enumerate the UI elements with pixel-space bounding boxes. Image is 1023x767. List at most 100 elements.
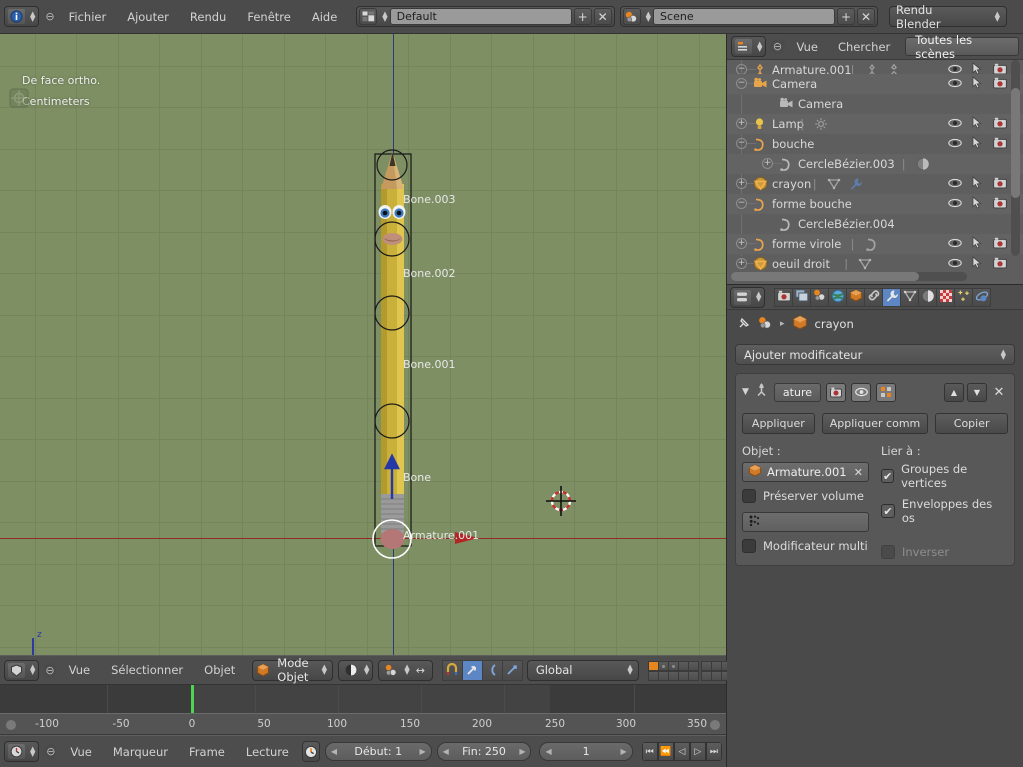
armature-object-field[interactable]: Armature.001 ✕ [742,462,869,482]
camera-render-icon[interactable] [993,77,1007,92]
delete-scene-button[interactable]: ✕ [857,8,876,25]
outliner-display-mode[interactable]: Toutes les scènes [905,33,1019,61]
preserve-volume-row[interactable]: Préserver volume [742,489,869,503]
modifiers-tab[interactable] [882,287,902,307]
mesh-data-icon[interactable] [827,177,841,193]
eye-icon[interactable] [948,117,962,131]
menu-fichier[interactable]: Fichier [61,8,115,26]
layer-cell[interactable] [687,670,699,681]
outliner-row-toggles[interactable] [948,114,1007,134]
cursor-arrow-icon[interactable] [972,176,983,192]
outliner-editor[interactable]: ▲ ▼ ⊖ Vue Chercher Toutes les scènes − Arm… [727,33,1023,284]
mesh-data-icon[interactable] [858,257,872,270]
expand-toggle-icon[interactable]: − [736,138,747,149]
screen-layout-name[interactable]: Default [389,8,572,25]
outliner-row-lamp[interactable]: + Lamp | [727,114,1023,134]
expand-toggle-icon[interactable]: + [736,258,747,269]
triangle-down-icon[interactable]: ▼ [742,387,749,397]
outliner-menu-vue[interactable]: Vue [789,38,826,56]
scrollbar-thumb[interactable] [1011,88,1020,198]
current-frame-dec-icon[interactable]: ◀ [545,747,551,756]
outliner-collapse-menu-icon[interactable]: ⊖ [770,39,785,54]
cursor-arrow-icon[interactable] [972,76,983,92]
vertex-groups-row[interactable]: ✔ Groupes de vertices [881,462,1008,490]
outliner-row-oeuil-droit[interactable]: + oeuil droit | [727,254,1023,270]
timeline-menu-marqueur[interactable]: Marqueur [105,743,176,761]
eye-icon[interactable] [948,257,962,270]
outliner-row-toggles[interactable] [948,74,1007,94]
current-frame-inc-icon[interactable]: ▶ [621,747,627,756]
play-icon[interactable]: ▷ [689,742,706,761]
render-tab[interactable] [774,287,794,307]
camera-render-icon[interactable] [993,117,1007,132]
outliner-row-toggles[interactable] [948,174,1007,194]
outliner-row-label[interactable]: crayon [772,177,811,191]
eye-icon[interactable] [948,177,962,191]
layer-group-first[interactable] [647,660,699,681]
world-tab[interactable] [828,287,848,307]
scene-name[interactable]: Scene [653,8,836,25]
texture-tab[interactable] [936,287,956,307]
outliner-row-toggles[interactable] [948,194,1007,214]
outliner-editor-type-selector[interactable]: ▲ ▼ [731,36,767,57]
expand-toggle-icon[interactable]: + [762,158,773,169]
outliner-menu-chercher[interactable]: Chercher [830,38,898,56]
expand-toggle-icon[interactable]: + [736,178,747,189]
eye-icon[interactable] [948,237,962,251]
pin-icon[interactable] [737,316,751,333]
outliner-row-camera[interactable]: − Camera [727,74,1023,94]
menu-ajouter[interactable]: Ajouter [119,8,177,26]
scene-icon[interactable] [758,316,773,333]
start-frame-field[interactable]: ◀ Début: 1 ▶ [324,742,432,761]
lamp-data-icon[interactable] [814,117,828,134]
prev-keyframe-icon[interactable]: ⏪ [657,742,674,761]
outliner-vertical-scrollbar[interactable] [1011,60,1020,256]
constraints-tab[interactable] [864,287,884,307]
camera-render-icon[interactable] [993,177,1007,192]
outliner-row-label[interactable]: forme virole [772,237,841,251]
timeline-ruler[interactable]: -100 -50 0 50 100 150 200 250 300 350 [0,713,726,735]
close-x-icon[interactable]: ✕ [854,466,863,479]
particles-tab[interactable] [954,287,974,307]
apply-as-shape-button[interactable]: Appliquer comm [821,413,929,434]
apply-button[interactable]: Appliquer [742,413,815,434]
timeline-menu-frame[interactable]: Frame [181,743,233,761]
close-x-icon[interactable]: ✕ [990,385,1008,400]
outliner-row-label[interactable]: forme bouche [772,197,852,211]
end-frame-inc-icon[interactable]: ▶ [519,747,525,756]
armature-modifier-panel[interactable]: ▼ ature ▲ ▼ ✕ Appliquer Appliquer comm C… [735,373,1015,566]
outliner-row-label[interactable]: bouche [772,137,814,151]
modifier-name-field[interactable]: ature [773,382,821,402]
collapse-menu-icon[interactable]: ⊖ [44,9,56,24]
eye-icon[interactable] [948,77,962,91]
render-engine-selector[interactable]: Rendu Blender ▲ ▼ [889,3,1008,31]
move-down-icon[interactable]: ▼ [967,382,987,402]
bone-envelopes-checkbox[interactable]: ✔ [881,504,895,518]
outliner-row-forme-virole[interactable]: + forme virole | [727,234,1023,254]
outliner-row-label[interactable]: Camera [772,77,817,91]
viewport-menu-selectionner[interactable]: Sélectionner [103,661,191,679]
scene-selector[interactable]: ▲ ▼ Scene + ✕ [619,6,879,27]
translate-manipulator-icon[interactable] [461,659,483,681]
outliner-row-label[interactable]: Camera [798,97,843,111]
curve-data-icon[interactable] [865,237,879,254]
preserve-volume-checkbox[interactable] [742,489,756,503]
viewport-shading-selector[interactable]: ▲ ▼ [338,659,374,681]
material-tab[interactable] [918,287,938,307]
edit-mode-toggle-icon[interactable] [876,382,896,402]
multi-modifier-checkbox[interactable] [742,539,756,553]
end-frame-field[interactable]: ◀ Fin: 250 ▶ [436,742,532,761]
cursor-arrow-icon[interactable] [972,236,983,252]
jump-to-start-icon[interactable]: ⏮ [641,742,658,761]
viewport-collapse-menu-icon[interactable]: ⊖ [44,662,56,678]
outliner-row-label[interactable]: CercleBézier.004 [798,217,895,231]
vertex-group-field[interactable] [742,512,869,532]
camera-render-icon[interactable] [993,237,1007,252]
expand-toggle-icon[interactable]: + [736,118,747,129]
pivot-align-icon[interactable]: ↔ [412,663,429,678]
interaction-mode-selector[interactable]: Mode Objet ▲ ▼ [252,656,334,684]
outliner-row-label[interactable]: oeuil droit [772,257,830,270]
properties-editor[interactable]: ▲ ▼ ▸ crayon Ajouter modificateur ▲ ▼ ▼ at… [727,285,1023,767]
play-reverse-icon[interactable]: ◁ [673,742,690,761]
eye-icon[interactable] [948,137,962,151]
